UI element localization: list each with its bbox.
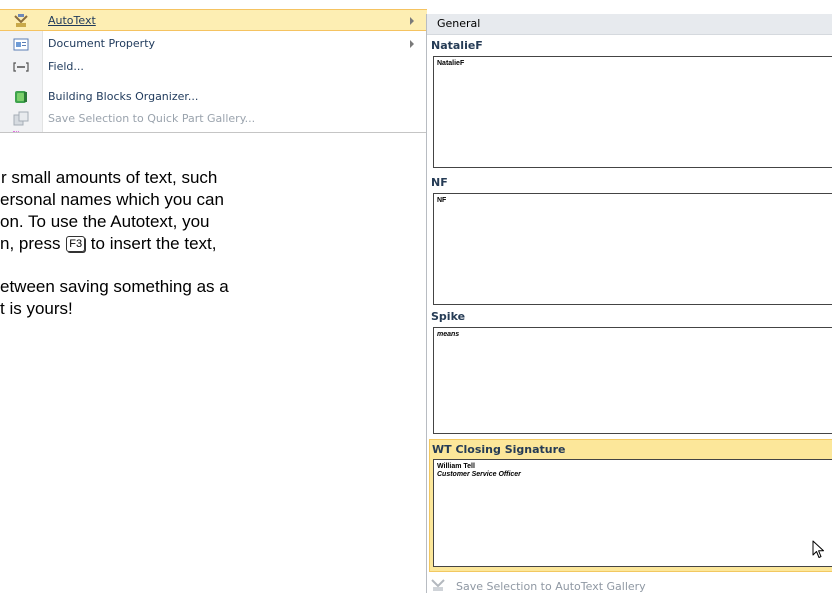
save-selection-icon [13,111,29,126]
gallery-entry-title: WT Closing Signature [430,441,832,459]
entry-preview-text: NF [437,197,447,204]
document-body-text: r small amounts of text, such ersonal na… [0,167,420,320]
entry-preview-text: means [437,331,460,338]
menu-item-label: Building Blocks Organizer... [48,90,199,103]
autotext-icon [431,579,445,591]
submenu-arrow-icon [410,17,414,25]
text-line: etween saving something as a [0,277,229,296]
text-fragment: to insert the text, [90,234,217,253]
autotext-gallery: General NatalieF NatalieF NF NF Spike me… [426,14,832,593]
menu-item-document-property[interactable]: Document Property [0,33,427,55]
menu-item-label: Document Property [48,37,156,50]
submenu-arrow-icon [410,40,414,48]
text-line: r small amounts of text, such [1,168,218,187]
gallery-entry-natalief[interactable]: NatalieF [433,56,832,168]
entry-title-text: Spike [431,310,466,323]
menu-item-save-selection-quick-part: Save Selection to Quick Part Gallery... [0,108,427,130]
autotext-icon [14,14,28,27]
field-icon [13,62,29,72]
menu-item-label: Field... [48,60,84,73]
gallery-entry-nf[interactable]: NF [433,193,832,305]
gallery-entry-title[interactable]: Spike [429,308,832,326]
menu-item-field[interactable]: Field... [0,56,427,78]
gallery-category-header: General [427,14,832,35]
entry-title-text: WT Closing Signature [432,443,566,456]
gallery-entry-wt-closing-signature[interactable]: WT Closing Signature William Tell Custom… [429,439,832,572]
footer-label: Save Selection to AutoText Gallery [456,580,646,593]
entry-preview-box: William Tell Customer Service Officer [433,459,832,567]
text-boundary-marker [13,131,19,136]
gallery-entry-spike[interactable]: means [433,327,832,434]
text-line: n, press F3 to insert the text, [0,233,420,255]
gallery-entry-title[interactable]: NF [429,174,832,192]
save-selection-autotext-gallery-item: Save Selection to AutoText Gallery [427,579,832,593]
entry-preview-text: Customer Service Officer [437,471,521,478]
entry-title-text: NF [431,176,448,189]
text-line: on. To use the Autotext, you [0,212,210,231]
text-line: t is yours! [0,299,73,318]
text-line: ersonal names which you can [0,190,224,209]
building-blocks-icon [15,91,27,103]
entry-title-text: NatalieF [431,39,483,52]
menu-item-label: AutoText [48,14,96,27]
keyboard-key-f3: F3 [66,236,86,252]
document-property-icon [13,38,29,51]
gallery-entry-title[interactable]: NatalieF [429,37,832,55]
menu-item-building-blocks-organizer[interactable]: Building Blocks Organizer... [0,86,427,108]
entry-preview-text: NatalieF [437,60,465,67]
entry-preview-text: William Tell [437,463,475,470]
menu-item-label: Save Selection to Quick Part Gallery... [48,112,256,125]
text-fragment: n, press [0,234,61,253]
menu-item-autotext[interactable]: AutoText [0,9,427,31]
mouse-pointer-icon [812,540,824,558]
quick-parts-menu: AutoText Document Property Field... Buil… [0,9,427,133]
category-label: General [437,17,481,30]
